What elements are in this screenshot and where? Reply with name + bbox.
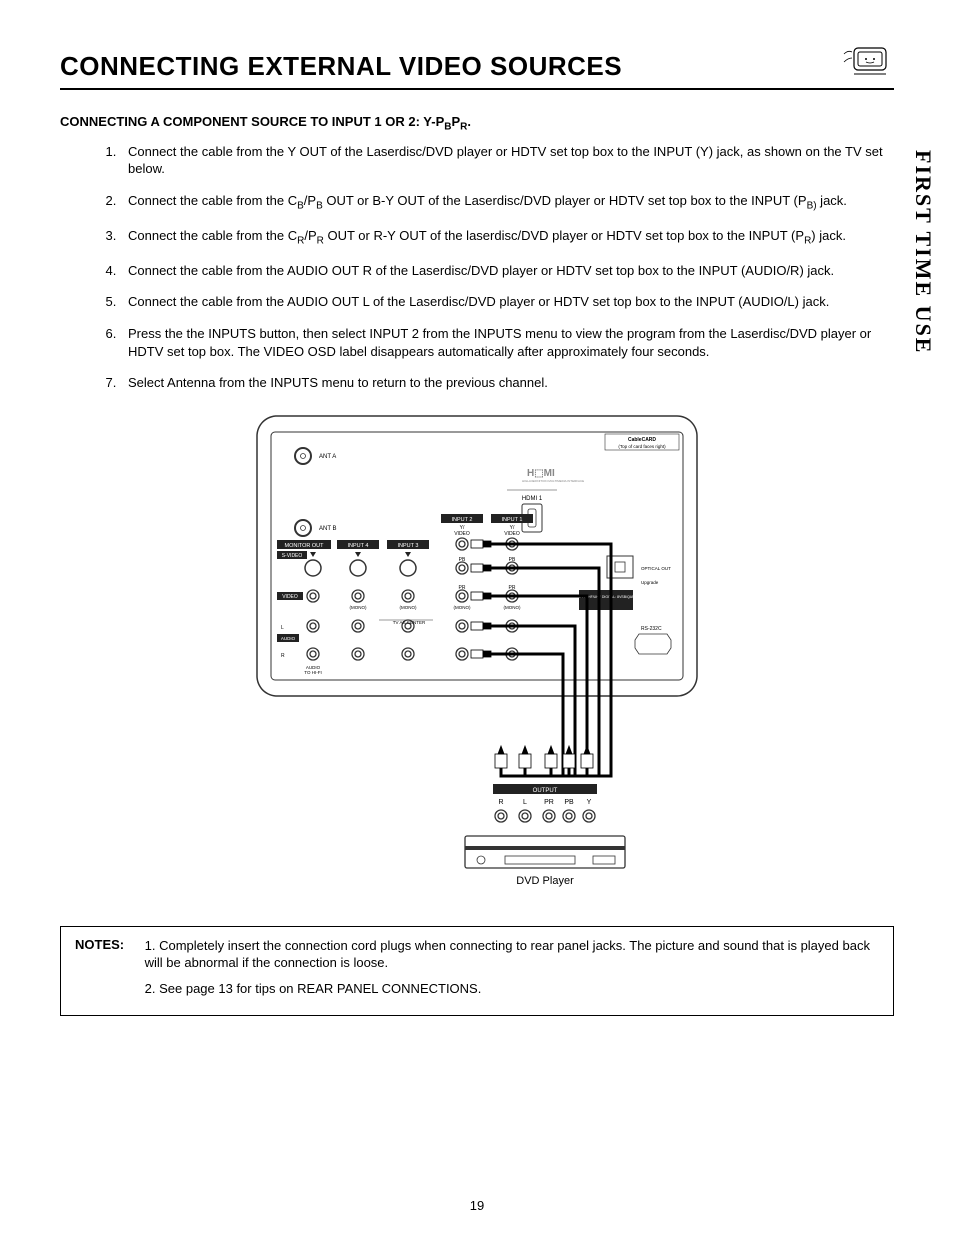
page-title: CONNECTING EXTERNAL VIDEO SOURCES — [60, 51, 622, 82]
section-tab-label: FIRST TIME USE — [910, 150, 936, 354]
svg-text:RS-232C: RS-232C — [641, 626, 662, 632]
list-item: Connect the cable from the Y OUT of the … — [120, 143, 894, 178]
svg-text:OPTICAL OUT: OPTICAL OUT — [641, 566, 671, 571]
diagram-label: (Top of card faces right) — [618, 444, 666, 449]
connection-diagram: CableCARD (Top of card faces right) H⬚MI… — [247, 406, 707, 906]
notes-label: NOTES: — [75, 937, 141, 952]
svg-text:TO HI-FI: TO HI-FI — [304, 670, 321, 675]
svg-text:INPUT 1: INPUT 1 — [502, 517, 523, 523]
svg-text:ANT A: ANT A — [319, 454, 336, 460]
svg-text:INPUT 3: INPUT 3 — [398, 543, 419, 549]
list-item: Press the the INPUTS button, then select… — [120, 325, 894, 360]
svg-text:DVD Player: DVD Player — [516, 875, 574, 887]
svg-text:PB: PB — [564, 799, 574, 806]
svg-text:VIDEO: VIDEO — [454, 531, 470, 537]
list-item: Connect the cable from the CB/PB OUT or … — [120, 192, 894, 213]
svg-text:(MONO): (MONO) — [454, 605, 471, 610]
svg-text:PR: PR — [459, 585, 466, 591]
svg-text:R: R — [281, 653, 285, 659]
svg-text:OUTPUT: OUTPUT — [533, 788, 558, 794]
list-item: Select Antenna from the INPUTS menu to r… — [120, 374, 894, 392]
svg-text:(MONO): (MONO) — [400, 605, 417, 610]
svg-text:ANT B: ANT B — [319, 526, 337, 532]
svg-text:TV AS CENTER: TV AS CENTER — [393, 620, 426, 625]
page-number: 19 — [0, 1198, 954, 1213]
list-item: Connect the cable from the CR/PR OUT or … — [120, 227, 894, 248]
subheading: CONNECTING A COMPONENT SOURCE TO INPUT 1… — [60, 114, 894, 133]
instruction-list: Connect the cable from the Y OUT of the … — [60, 143, 894, 392]
list-item: See page 13 for tips on REAR PANEL CONNE… — [145, 980, 875, 998]
svg-text:H⬚MI: H⬚MI — [527, 468, 555, 479]
diagram-label: CableCARD — [628, 437, 656, 443]
svg-text:MONITOR OUT: MONITOR OUT — [284, 543, 324, 549]
notes-box: NOTES: Completely insert the connection … — [60, 926, 894, 1017]
svg-text:HIGH-DEFINITION MULTIMEDIA INT: HIGH-DEFINITION MULTIMEDIA INTERFACE — [522, 479, 584, 483]
svg-text:Y: Y — [587, 799, 592, 806]
list-item: Connect the cable from the AUDIO OUT R o… — [120, 262, 894, 280]
svg-text:AUDIO: AUDIO — [281, 636, 296, 641]
svg-text:PB: PB — [459, 557, 466, 563]
svg-text:INPUT 4: INPUT 4 — [348, 543, 369, 549]
svg-text:L: L — [281, 625, 284, 631]
svg-text:Upgrade: Upgrade — [641, 580, 659, 585]
svg-text:PR: PR — [509, 585, 516, 591]
svg-text:PR: PR — [544, 799, 554, 806]
svg-text:HDMI 1: HDMI 1 — [522, 496, 543, 502]
tv-character-icon — [834, 40, 894, 82]
svg-text:VIDEO: VIDEO — [504, 531, 520, 537]
svg-text:(MONO): (MONO) — [504, 605, 521, 610]
svg-text:(MONO): (MONO) — [350, 605, 367, 610]
list-item: Connect the cable from the AUDIO OUT L o… — [120, 293, 894, 311]
svg-text:R: R — [498, 799, 503, 806]
svg-text:PB: PB — [509, 557, 516, 563]
svg-text:INPUT 2: INPUT 2 — [452, 517, 473, 523]
list-item: Completely insert the connection cord pl… — [145, 937, 875, 972]
svg-text:VIDEO: VIDEO — [282, 594, 298, 600]
svg-text:S-VIDEO: S-VIDEO — [282, 553, 303, 559]
svg-text:L: L — [523, 799, 527, 806]
